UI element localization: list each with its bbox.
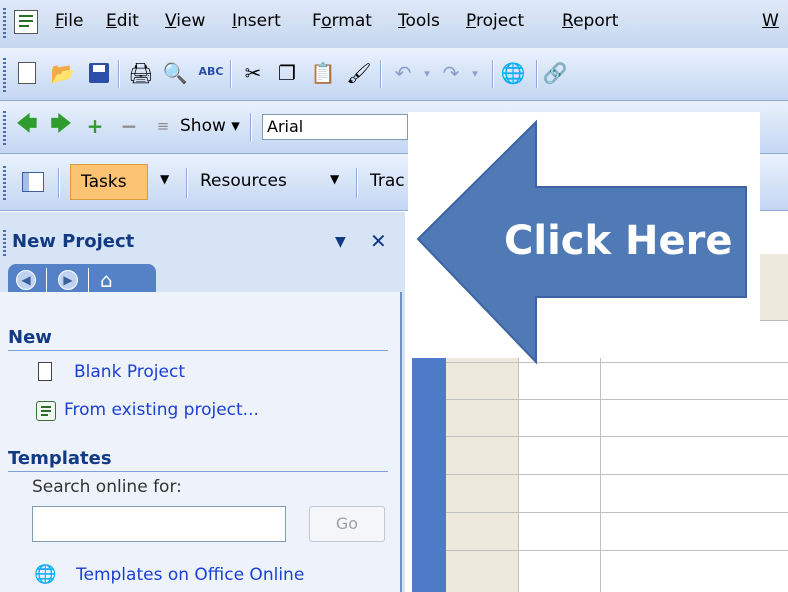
cut-icon[interactable]: ✂ <box>240 60 266 86</box>
from-existing-project-link[interactable]: From existing project... <box>64 400 259 420</box>
task-pane-grip[interactable] <box>3 230 6 256</box>
font-name-box[interactable]: Arial <box>262 114 408 140</box>
menu-window[interactable]: W <box>762 11 779 31</box>
click-here-text: Click Here <box>504 218 733 264</box>
formatting-toolbar-grip[interactable] <box>3 111 6 145</box>
new-document-icon[interactable] <box>14 60 40 86</box>
section-divider <box>8 471 388 472</box>
undo-icon[interactable]: ↶ <box>390 60 416 86</box>
standard-toolbar: 📂 🖨 🔍 ABC ✂ ❐ 📋 🖌 ↶ ▾ ↷ ▾ 🌐 🔗 <box>0 48 788 101</box>
show-subtasks-icon[interactable]: + <box>82 113 108 139</box>
forward-icon[interactable]: ▶ <box>58 270 78 290</box>
templates-section-header: Templates <box>8 448 112 469</box>
link-tasks-icon[interactable]: 🔗 <box>542 60 568 86</box>
existing-project-icon <box>36 401 56 421</box>
toolbar-separator <box>250 113 252 141</box>
search-online-label: Search online for: <box>32 477 182 497</box>
task-pane-title: New Project <box>12 231 135 252</box>
views-toolbar-grip[interactable] <box>3 166 6 200</box>
task-pane-body: New Blank Project From existing project.… <box>0 292 402 592</box>
nav-separator <box>88 268 89 292</box>
menu-project[interactable]: Project <box>466 11 524 31</box>
show-outline-icon[interactable]: ≡ <box>150 113 176 139</box>
close-icon[interactable]: ✕ <box>370 229 387 253</box>
blank-project-link[interactable]: Blank Project <box>74 362 185 382</box>
office-online-icon: 🌐 <box>34 564 57 585</box>
paste-icon[interactable]: 📋 <box>310 60 336 86</box>
toolbar-separator <box>356 168 358 198</box>
menu-insert[interactable]: Insert <box>232 11 281 31</box>
track-button[interactable]: Trac <box>370 171 405 191</box>
redo-icon[interactable]: ↷ <box>438 60 464 86</box>
toolbar-separator <box>492 60 494 88</box>
format-painter-icon[interactable]: 🖌 <box>346 60 372 86</box>
toolbar-separator <box>536 60 538 88</box>
search-online-input[interactable] <box>32 506 286 542</box>
open-folder-icon[interactable]: 📂 <box>50 60 76 86</box>
menu-view[interactable]: View <box>165 11 205 31</box>
click-here-callout: Click Here <box>408 112 760 372</box>
tasks-button[interactable]: Tasks <box>70 164 148 200</box>
hyperlink-globe-icon[interactable]: 🌐 <box>500 60 526 86</box>
font-name-value: Arial <box>267 117 304 136</box>
menu-file[interactable]: File <box>55 11 83 31</box>
copy-icon[interactable]: ❐ <box>274 60 300 86</box>
redo-dropdown-icon[interactable]: ▾ <box>462 60 488 86</box>
task-pane-toggle-icon[interactable] <box>20 169 46 195</box>
spelling-icon[interactable]: ABC <box>198 58 224 84</box>
toolbar-separator <box>230 60 232 88</box>
nav-separator <box>46 268 47 292</box>
toolbar-separator <box>118 60 120 88</box>
tasks-dropdown-icon[interactable]: ▼ <box>160 172 169 186</box>
back-icon[interactable]: ◀ <box>16 270 36 290</box>
menu-report[interactable]: Report <box>562 11 618 31</box>
new-section-header: New <box>8 327 52 348</box>
blank-document-icon <box>38 362 52 381</box>
save-icon[interactable] <box>86 60 112 86</box>
menubar-grip[interactable] <box>3 8 6 40</box>
templates-office-online-link[interactable]: Templates on Office Online <box>76 565 304 585</box>
menu-format[interactable]: Format <box>312 11 372 31</box>
hide-subtasks-icon[interactable]: − <box>116 113 142 139</box>
task-pane: New Project ▼ ✕ ◀ ▶ ⌂ New Blank Project … <box>0 212 405 592</box>
menu-bar: File Edit View Insert Format Tools Proje… <box>0 0 788 48</box>
arrow-left-icon[interactable]: 🡄 <box>14 111 40 139</box>
section-divider <box>8 350 388 351</box>
toolbar-separator <box>58 168 60 198</box>
home-icon[interactable]: ⌂ <box>100 268 113 292</box>
resources-button[interactable]: Resources <box>200 171 287 191</box>
toolbar-separator <box>186 168 188 198</box>
undo-dropdown-icon[interactable]: ▾ <box>414 60 440 86</box>
task-pane-menu-icon[interactable]: ▼ <box>335 234 346 250</box>
toolbar-separator <box>380 60 382 88</box>
menu-tools[interactable]: Tools <box>398 11 440 31</box>
menu-edit[interactable]: Edit <box>106 11 139 31</box>
resources-dropdown-icon[interactable]: ▼ <box>330 172 339 186</box>
arrow-right-icon[interactable]: 🡆 <box>48 111 74 139</box>
show-button[interactable]: Show ▾ <box>180 116 240 136</box>
print-icon[interactable]: 🖨 <box>128 60 154 86</box>
tasks-label: Tasks <box>81 172 127 192</box>
go-button[interactable]: Go <box>309 506 385 542</box>
print-preview-icon[interactable]: 🔍 <box>162 60 188 86</box>
app-menu-icon[interactable] <box>14 10 38 34</box>
standard-toolbar-grip[interactable] <box>3 58 6 92</box>
